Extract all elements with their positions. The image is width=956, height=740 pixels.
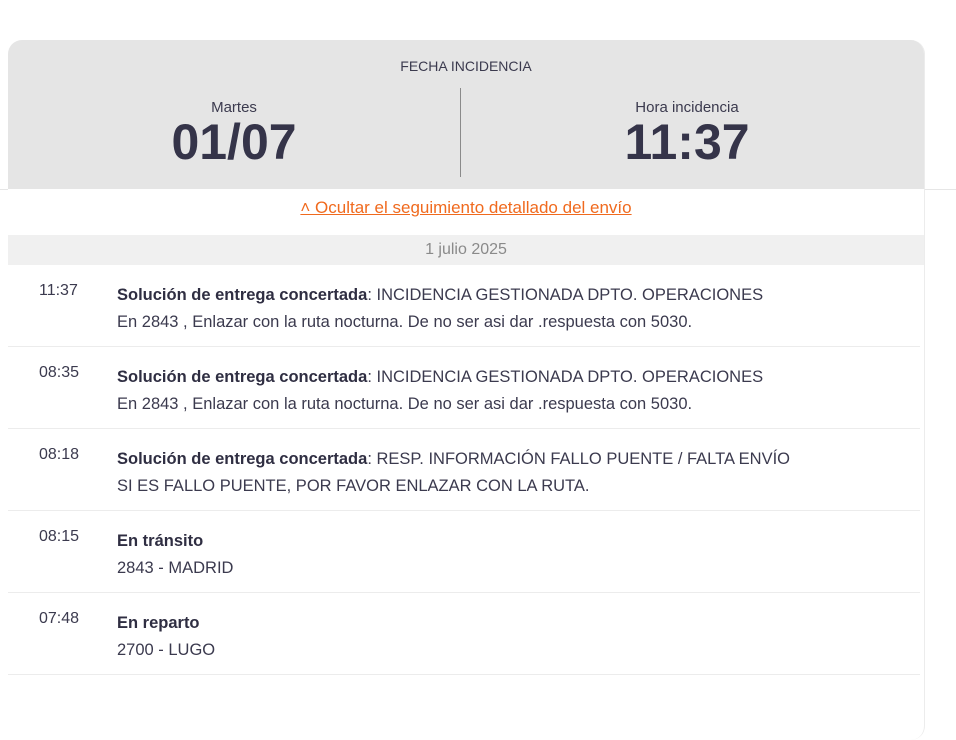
event-status: Solución de entrega concertada <box>117 286 368 304</box>
tracking-event: 08:18 Solución de entrega concertada: RE… <box>8 429 920 511</box>
event-time: 11:37 <box>39 282 78 299</box>
incident-header: FECHA INCIDENCIA Martes 01/07 Hora incid… <box>8 40 924 189</box>
event-status: En reparto <box>117 614 200 632</box>
event-note: En 2843 , Enlazar con la ruta nocturna. … <box>117 395 693 413</box>
incident-date: Martes 01/07 <box>8 99 460 170</box>
event-detail: : INCIDENCIA GESTIONADA DPTO. OPERACIONE… <box>367 368 764 386</box>
event-status: Solución de entrega concertada <box>117 368 368 386</box>
event-note: SI ES FALLO PUENTE, POR FAVOR ENLAZAR CO… <box>117 477 590 495</box>
event-status: Solución de entrega concertada <box>117 450 368 468</box>
event-status: En tránsito <box>117 532 204 550</box>
event-detail: : INCIDENCIA GESTIONADA DPTO. OPERACIONE… <box>367 286 764 304</box>
tracking-event: 08:35 Solución de entrega concertada: IN… <box>8 347 920 429</box>
hide-tracking-link[interactable]: ˄ Ocultar el seguimiento detallado del e… <box>8 198 924 218</box>
date-value: 01/07 <box>171 114 297 170</box>
tracking-list: 11:37 Solución de entrega concertada: IN… <box>8 265 924 740</box>
event-time: 07:48 <box>39 610 80 627</box>
event-detail: : RESP. INFORMACIÓN FALLO PUENTE / FALTA… <box>367 450 790 468</box>
date-group-header: 1 julio 2025 <box>8 235 924 265</box>
event-location: 2700 - LUGO <box>117 641 216 659</box>
event-time: 08:35 <box>39 364 80 381</box>
tracking-event: 11:37 Solución de entrega concertada: IN… <box>8 265 920 347</box>
incident-date-title: FECHA INCIDENCIA <box>400 58 532 74</box>
event-time: 08:15 <box>39 528 80 545</box>
incident-time: Hora incidencia 11:37 <box>461 99 913 170</box>
event-location: 2843 - MADRID <box>117 559 234 577</box>
incident-card: FECHA INCIDENCIA Martes 01/07 Hora incid… <box>8 40 925 740</box>
tracking-event: 08:15 En tránsito 2843 - MADRID <box>8 511 920 593</box>
time-value: 11:37 <box>624 114 750 170</box>
event-note: En 2843 , Enlazar con la ruta nocturna. … <box>117 313 693 331</box>
tracking-event: 07:48 En reparto 2700 - LUGO <box>8 593 920 675</box>
event-time: 08:18 <box>39 446 80 463</box>
tracking-event-partial <box>8 675 920 740</box>
